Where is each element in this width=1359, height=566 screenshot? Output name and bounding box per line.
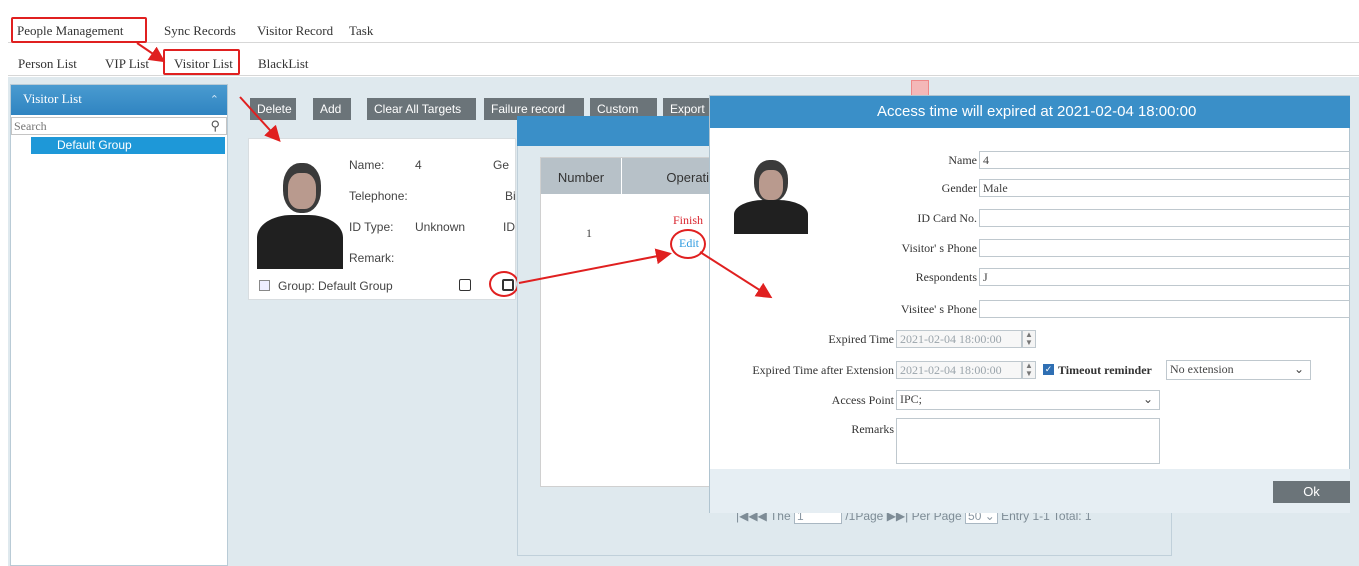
gender-label: Ge <box>493 158 510 172</box>
id-type-value: Unknown <box>415 220 466 234</box>
dialog-visitor-photo <box>734 158 808 234</box>
respondents-field[interactable]: J <box>979 268 1350 286</box>
name-field-label: Name <box>948 153 977 167</box>
remark-label: Remark: <box>349 251 395 265</box>
visitor-phone-label: Visitor' s Phone <box>901 241 977 255</box>
expired-extension-label: Expired Time after Extension <box>752 363 894 377</box>
remarks-label: Remarks <box>851 422 894 436</box>
search-box: ⚲ <box>11 117 227 135</box>
card-select-checkbox[interactable] <box>259 280 270 291</box>
name-field[interactable]: 4 <box>979 151 1350 169</box>
subtab-vip-list[interactable]: VIP List <box>105 56 149 72</box>
highlight-box-people-management <box>11 17 147 43</box>
top-nav: People Management Sync Records Visitor R… <box>8 8 1359 43</box>
collapse-chevron-icon[interactable]: ⌃ <box>210 93 219 106</box>
highlight-box-visitor-list <box>163 49 240 75</box>
row-number: 1 <box>586 226 592 240</box>
subtab-person-list[interactable]: Person List <box>18 56 77 72</box>
name-label: Name: <box>349 158 385 172</box>
expired-time-field: 2021-02-04 18:00:00 <box>896 330 1022 348</box>
expired-time-spinner-icon: ▲ ▼ <box>1022 330 1036 348</box>
timeout-reminder-label: Timeout reminder <box>1058 363 1152 377</box>
access-point-label: Access Point <box>831 393 894 407</box>
tab-visitor-record[interactable]: Visitor Record <box>257 23 333 39</box>
group-item-default[interactable]: Default Group <box>31 137 225 154</box>
expired-time-label: Expired Time <box>828 332 894 346</box>
birth-label: Bi <box>505 189 516 203</box>
visitee-phone-field[interactable] <box>979 300 1350 318</box>
gender-field[interactable]: Male <box>979 179 1350 197</box>
finish-status: Finish <box>673 213 704 227</box>
clear-all-targets-button[interactable]: Clear All Targets <box>367 98 476 120</box>
access-point-select[interactable]: IPC; ⌄ <box>896 390 1160 410</box>
gender-field-label: Gender <box>941 181 977 195</box>
remarks-textarea[interactable] <box>896 418 1160 464</box>
timeout-reminder-checkbox[interactable]: ✓ <box>1043 364 1054 375</box>
chevron-down-icon: ⌄ <box>1293 362 1304 376</box>
add-button[interactable]: Add <box>313 98 351 120</box>
search-input[interactable] <box>12 118 192 135</box>
visitor-card: Name: 4 Ge Telephone: Bi ID Type: Unknow… <box>248 138 516 300</box>
name-value: 4 <box>415 158 422 172</box>
subtab-blacklist[interactable]: BlackList <box>258 56 309 72</box>
edit-visitor-dialog: Access time will expired at 2021-02-04 1… <box>709 95 1350 513</box>
delete-button[interactable]: Delete <box>250 98 296 120</box>
dialog-footer <box>710 469 1350 513</box>
extension-select[interactable]: No extension ⌄ <box>1166 360 1311 380</box>
id-type-label: ID Type: <box>349 220 394 234</box>
id-card-field-label: ID Card No. <box>917 211 977 225</box>
group-text: Group: Default Group <box>278 279 393 293</box>
extension-select-value: No extension <box>1170 362 1234 376</box>
visitee-phone-label: Visitee' s Phone <box>900 302 977 316</box>
highlight-circle-edit <box>670 229 706 259</box>
tab-task[interactable]: Task <box>349 23 373 39</box>
access-point-value: IPC; <box>900 392 923 406</box>
expired-extension-field: 2021-02-04 18:00:00 <box>896 361 1022 379</box>
window-close-icon[interactable] <box>911 80 929 96</box>
visitor-photo <box>257 159 343 269</box>
respondents-label: Respondents <box>915 270 977 284</box>
ok-button[interactable]: Ok <box>1273 481 1350 503</box>
panel-header: Visitor List ⌃ <box>11 85 227 115</box>
id-label: ID <box>503 220 515 234</box>
tab-sync-records[interactable]: Sync Records <box>164 23 236 39</box>
panel-title: Visitor List <box>23 91 82 106</box>
highlight-circle-record-icon <box>489 271 519 297</box>
expired-extension-spinner-icon: ▲ ▼ <box>1022 361 1036 379</box>
telephone-label: Telephone: <box>349 189 408 203</box>
dialog-title: Access time will expired at 2021-02-04 1… <box>710 96 1350 128</box>
column-number: Number <box>541 158 622 194</box>
search-icon[interactable]: ⚲ <box>210 118 220 134</box>
chevron-down-icon: ⌄ <box>1142 392 1153 406</box>
id-card-field[interactable] <box>979 209 1350 227</box>
time-record-icon[interactable] <box>459 279 471 291</box>
visitor-list-panel: Visitor List ⌃ ⚲ Default Group <box>10 84 228 566</box>
visitor-phone-field[interactable] <box>979 239 1350 257</box>
